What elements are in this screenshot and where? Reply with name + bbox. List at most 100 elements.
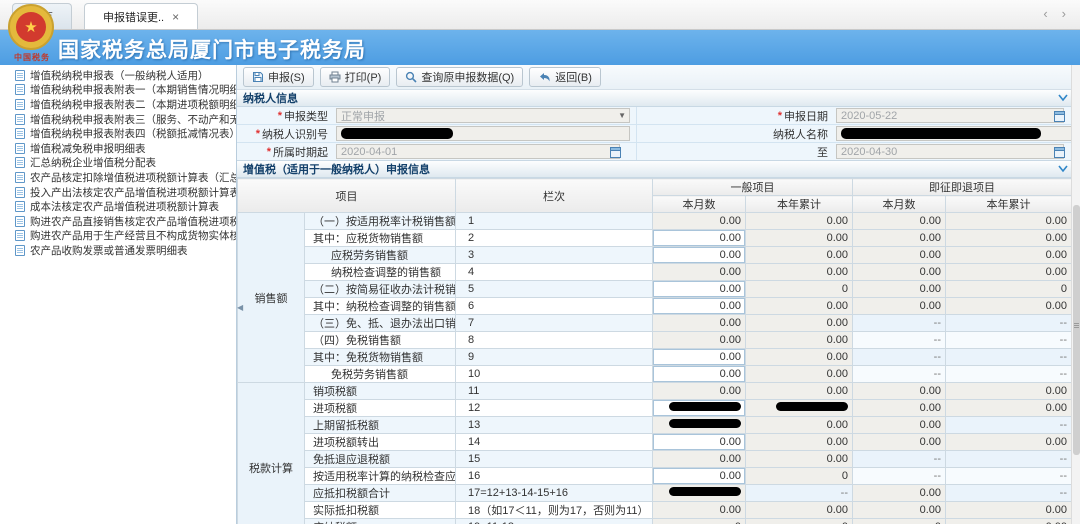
sidebar-item-9[interactable]: 投入产出法核定农产品增值税进项税额计算表 [0,185,236,200]
tab-declare-error[interactable]: 申报错误更.. × [84,3,199,29]
row-item-label: （二）按简易征收办法计税销售额 [304,280,456,298]
sidebar-item-2[interactable]: 增值税纳税申报表附表一（本期销售情况明细表） [0,83,236,98]
value-cell: 0.00 [945,246,1072,264]
col-header-month: 本月数 [852,195,946,213]
table-row: 应纳税额19=11-180000.00 [238,518,1072,524]
sidebar-item-12[interactable]: 购进农产品用于生产经营且不构成货物实体核定农产品 [0,229,236,244]
value-cell-editable[interactable]: 0.00 [652,297,746,315]
redaction-bar [669,487,741,496]
calendar-icon[interactable] [610,146,621,161]
value-cell: 0.00 [945,399,1072,417]
value-cell: 0.00 [852,263,946,281]
sidebar-item-5[interactable]: 增值税纳税申报表附表四（税额抵减情况表） [0,126,236,141]
tab-close-icon[interactable]: × [172,11,179,23]
sidebar-item-3[interactable]: 增值税纳税申报表附表二（本期进项税额明细表） [0,97,236,112]
declare-button[interactable]: 申报(S) [243,67,314,87]
value-cell: -- [945,365,1072,383]
chevron-down-icon: ▼ [618,111,626,120]
value-cell-editable[interactable]: 0.00 [652,246,746,264]
value-cell: 0.00 [745,348,853,366]
row-column-number: 8 [455,331,653,349]
row-column-number: 10 [455,365,653,383]
declare-date-label: 申报日期 [784,110,828,123]
value-cell-editable[interactable]: 0.00 [652,433,746,451]
sidebar-item-11[interactable]: 购进农产品直接销售核定农产品增值税进项税额计算表 [0,214,236,229]
value-cell: 0.00 [745,365,853,383]
value-cell-editable[interactable]: 0.00 [652,280,746,298]
value-cell: 0.00 [745,331,853,349]
main-panel: 申报(S) 打印(P) 查询原申报数据(Q) 返回(B) 纳税人信息 * 申报类… [237,65,1080,524]
declare-type-select[interactable]: 正常申报 ▼ [336,108,630,123]
col-header-column: 栏次 [455,178,653,213]
declare-date-input[interactable]: 2020-05-22 [836,108,1065,125]
collapse-chevron-icon[interactable] [1058,164,1068,176]
table-row: （四）免税销售额 8 0.00 0.00 -- -- [238,331,1072,349]
search-icon [405,71,417,83]
collapse-chevron-icon[interactable] [1058,93,1068,105]
query-original-declaration-button[interactable]: 查询原申报数据(Q) [396,67,524,87]
redaction-bar [341,128,453,139]
value-cell: 0.00 [945,433,1072,451]
value-cell-editable[interactable] [652,399,746,417]
document-icon [15,84,25,96]
table-row: 进项税额 12 0.00 0.00 [238,399,1072,417]
taxpayer-id-input[interactable] [336,126,630,141]
period-start-label: 所属时期起 [273,146,328,159]
taxpayer-info-section-header[interactable]: 纳税人信息 [237,90,1080,107]
sidebar-item-13[interactable]: 农产品收购发票或普通发票明细表 [0,243,236,258]
sidebar-item-label: 增值税纳税申报表附表三（服务、不动产和无形资产） [30,113,236,126]
value-cell: 0.00 [852,382,946,400]
table-row: 应税劳务销售额 3 0.00 0.00 0.00 0.00 [238,246,1072,264]
sidebar-collapse-arrow-icon[interactable]: ◀ [237,303,243,312]
sidebar-item-10[interactable]: 成本法核定农产品增值税进项税额计算表 [0,199,236,214]
period-end-input[interactable]: 2020-04-30 [836,144,1065,161]
value-cell: 0.00 [652,331,746,349]
tab-nav-prev-icon[interactable]: ‹ [1043,6,1047,21]
row-column-number: 15 [455,450,653,468]
value-cell: -- [852,450,946,468]
value-cell: 0.00 [745,297,853,315]
document-icon [15,215,25,227]
value-cell-editable[interactable]: 0.00 [652,467,746,485]
redaction-bar [776,402,848,411]
value-cell: 0.00 [852,416,946,434]
sidebar-item-4[interactable]: 增值税纳税申报表附表三（服务、不动产和无形资产） [0,112,236,127]
value-cell-editable[interactable]: 0.00 [652,348,746,366]
document-icon [15,128,25,140]
row-column-number: 11 [455,382,653,400]
sidebar-item-label: 增值税纳税申报表附表四（税额抵减情况表） [30,128,236,141]
emblem-subtext: 中国税务 [14,53,50,62]
tab-nav-next-icon[interactable]: › [1062,6,1066,21]
taxpayer-name-input[interactable] [836,126,1074,141]
vat-declaration-section-header[interactable]: 增值税（适用于一般纳税人）申报信息 [237,161,1080,178]
value-cell-editable[interactable]: 0.00 [652,365,746,383]
vertical-scrollbar[interactable] [1071,65,1080,524]
table-row: （三）免、抵、退办法出口销售额70.000.00---- [238,314,1072,332]
value-cell: 0 [852,518,946,524]
print-button[interactable]: 打印(P) [319,67,391,87]
value-cell: 0 [652,518,746,524]
calendar-icon[interactable] [1054,146,1065,161]
tax-bureau-emblem-icon: ★ [8,4,54,50]
sidebar-item-8[interactable]: 农产品核定扣除增值税进项税额计算表（汇总表） [0,170,236,185]
tab-declare-error-label: 申报错误更.. [103,11,165,24]
value-cell: -- [745,484,853,502]
row-column-number: 2 [455,229,653,247]
value-cell: 0.00 [652,450,746,468]
calendar-icon[interactable] [1054,110,1065,125]
sidebar-item-7[interactable]: 汇总纳税企业增值税分配表 [0,156,236,171]
sidebar-item-6[interactable]: 增值税减免税申报明细表 [0,141,236,156]
scrollbar-thumb[interactable] [1073,205,1080,455]
row-item-label: 免税劳务销售额 [304,365,456,383]
value-cell-editable[interactable]: 0.00 [652,229,746,247]
site-header: ★ 中国税务 国家税务总局厦门市电子税务局 [0,4,1080,65]
back-button[interactable]: 返回(B) [529,67,601,87]
value-cell: 0.00 [852,212,946,230]
value-cell: 0.00 [652,314,746,332]
value-cell: 0.00 [852,229,946,247]
value-cell: 0 [745,518,853,524]
period-start-input[interactable]: 2020-04-01 [336,144,621,161]
value-cell: 0.00 [945,297,1072,315]
sidebar-item-1[interactable]: 增值税纳税申报表（一般纳税人适用） [0,68,236,83]
row-column-number: 4 [455,263,653,281]
